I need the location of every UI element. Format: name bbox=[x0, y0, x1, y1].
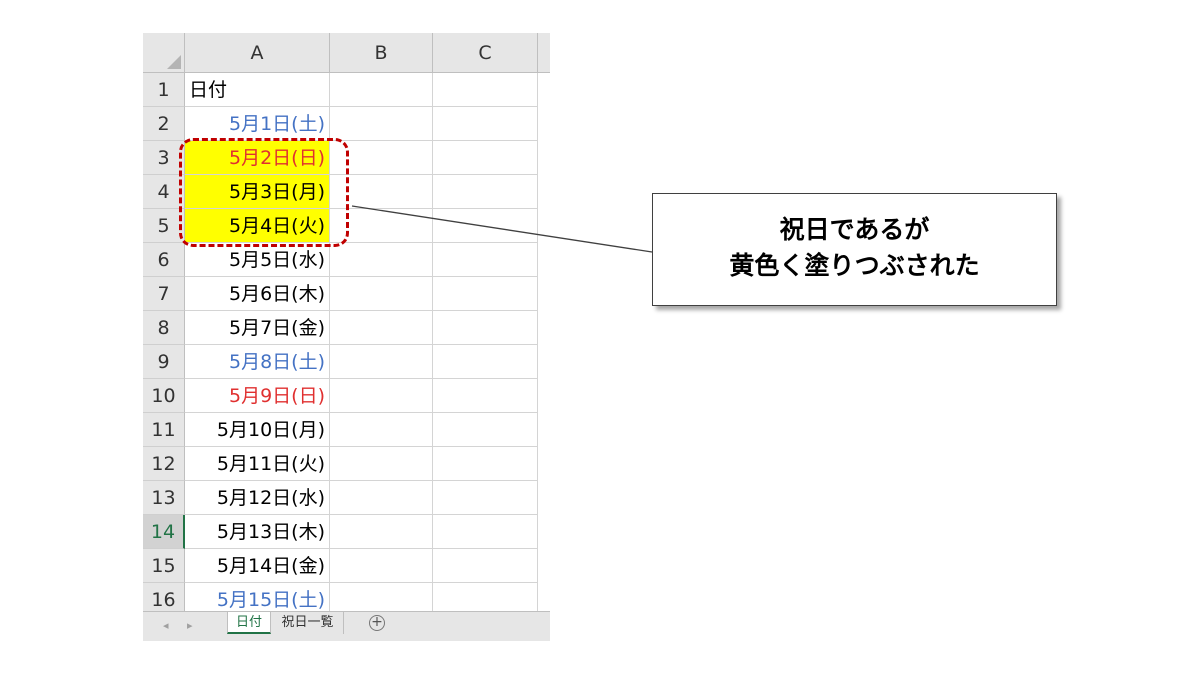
callout-leader-line bbox=[351, 205, 653, 253]
callout-line-2: 黄色く塗りつぶされた bbox=[729, 251, 980, 280]
callout-box: 祝日であるが 黄色く塗りつぶされた bbox=[652, 193, 1057, 306]
callout-line-1: 祝日であるが bbox=[779, 215, 930, 244]
page: A B C 1 日付 2 5月1日(土) 3 5月2日(日) 4 5月3日(月) 5 5月4日(火… bbox=[0, 0, 1200, 675]
